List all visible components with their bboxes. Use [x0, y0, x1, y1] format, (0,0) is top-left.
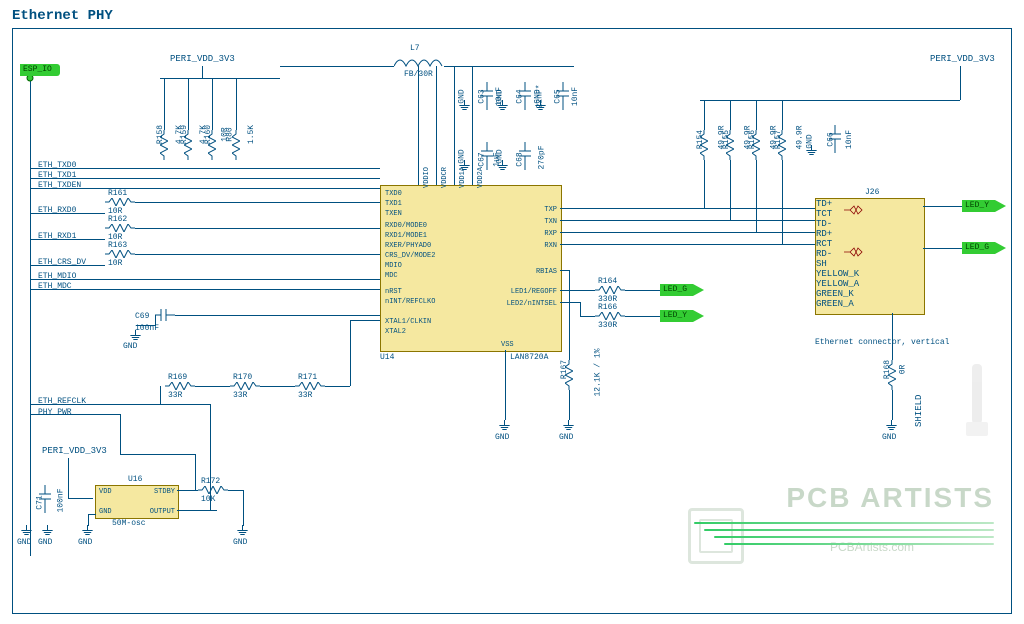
power-peri-vdd-3: PERI_VDD_3V3	[42, 446, 107, 456]
schematic-page: Ethernet PHY ESP_IO PERI_VDD_3V3 PERI_VD…	[0, 0, 1024, 624]
cap-c64	[518, 82, 532, 110]
resistor-R170	[230, 382, 260, 390]
watermark-brush-icon	[946, 364, 1006, 504]
connector-j26: TD+ TCT TD- RD+ RCT RD- SH YELLOW_K YELL…	[815, 198, 925, 315]
resistor-R163	[105, 250, 135, 258]
sheet-title: Ethernet PHY	[12, 8, 113, 24]
cap-c63	[480, 82, 494, 110]
part-lan8720a: LAN8720A	[510, 353, 548, 362]
resistor-R171	[295, 382, 325, 390]
resistor-R166	[595, 312, 625, 320]
ic-lan8720a: TXD0 TXD1 TXEN RXD0/MODE0 RXD1/MODE1 RXE…	[380, 185, 562, 352]
power-peri-vdd-1: PERI_VDD_3V3	[170, 54, 235, 64]
power-peri-vdd-2: PERI_VDD_3V3	[930, 54, 995, 64]
esp-io-bus	[30, 76, 31, 556]
resistor-R162	[105, 224, 135, 232]
refdes-u14: U14	[380, 353, 394, 362]
port-esp-io: ESP_IO	[20, 64, 60, 76]
ic-50m-osc: VDD STDBY GND OUTPUT	[95, 485, 179, 519]
resistor-R161	[105, 198, 135, 206]
refdes-j26: J26	[865, 188, 879, 197]
gnd-icon	[130, 330, 142, 340]
desc-j26: Ethernet connector, vertical	[815, 338, 949, 347]
net-phy-pwr: PHY_PWR	[38, 408, 72, 417]
resistor-R164	[595, 286, 625, 294]
cap-c65	[556, 82, 570, 110]
resistor-R172	[198, 486, 228, 494]
resistor-R169	[165, 382, 195, 390]
